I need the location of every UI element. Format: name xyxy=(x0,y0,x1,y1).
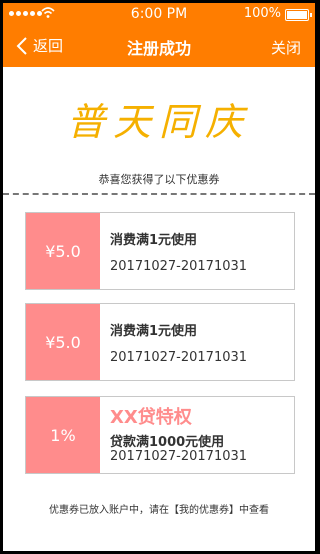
coupon-details: XX贷特权 贷款满1000元使用 20171027-20171031 xyxy=(110,397,294,473)
coupon-condition: 消费满1元使用 xyxy=(110,233,198,248)
congrats-text: 恭喜您获得了以下优惠券 xyxy=(98,173,220,186)
coupon-date-range: 20171027-20171031 xyxy=(110,259,248,274)
coupon-amount: ¥5.0 xyxy=(26,213,100,289)
coupon-card[interactable]: 1% XX贷特权 贷款满1000元使用 20171027-20171031 xyxy=(25,396,295,474)
coupon-condition: 贷款满1000元使用 xyxy=(110,435,225,450)
close-button[interactable]: 关闭 xyxy=(271,37,301,58)
footer-note: 优惠券已放入账户中，请在【我的优惠券】中查看 xyxy=(49,505,269,516)
coupon-details: 消费满1元使用 20171027-20171031 xyxy=(110,213,294,289)
dashed-divider xyxy=(3,193,315,195)
coupon-card[interactable]: ¥5.0 消费满1元使用 20171027-20171031 xyxy=(25,212,295,290)
screen: 6:00 PM 100% 返回 注册成功 关闭 普天同庆 恭喜您获得了以下优惠券… xyxy=(3,3,315,551)
brand-logo: 普天同庆 xyxy=(66,100,251,144)
coupon-condition: 消费满1元使用 xyxy=(110,324,198,339)
coupon-date-range: 20171027-20171031 xyxy=(110,350,248,365)
coupon-details: 消费满1元使用 20171027-20171031 xyxy=(110,304,294,380)
coupon-special-title: XX贷特权 xyxy=(110,407,192,428)
status-bar: 6:00 PM 100% xyxy=(3,3,315,25)
coupon-card[interactable]: ¥5.0 消费满1元使用 20171027-20171031 xyxy=(25,303,295,381)
battery-icon xyxy=(285,9,312,21)
battery-percentage: 100% xyxy=(243,6,281,21)
coupon-amount: 1% xyxy=(26,397,100,473)
header-bar: 6:00 PM 100% 返回 注册成功 关闭 xyxy=(3,3,315,67)
coupon-date-range: 20171027-20171031 xyxy=(110,449,248,464)
page-title: 注册成功 xyxy=(126,39,191,58)
navigation-bar: 返回 注册成功 关闭 xyxy=(3,25,315,67)
coupon-amount: ¥5.0 xyxy=(26,304,100,380)
